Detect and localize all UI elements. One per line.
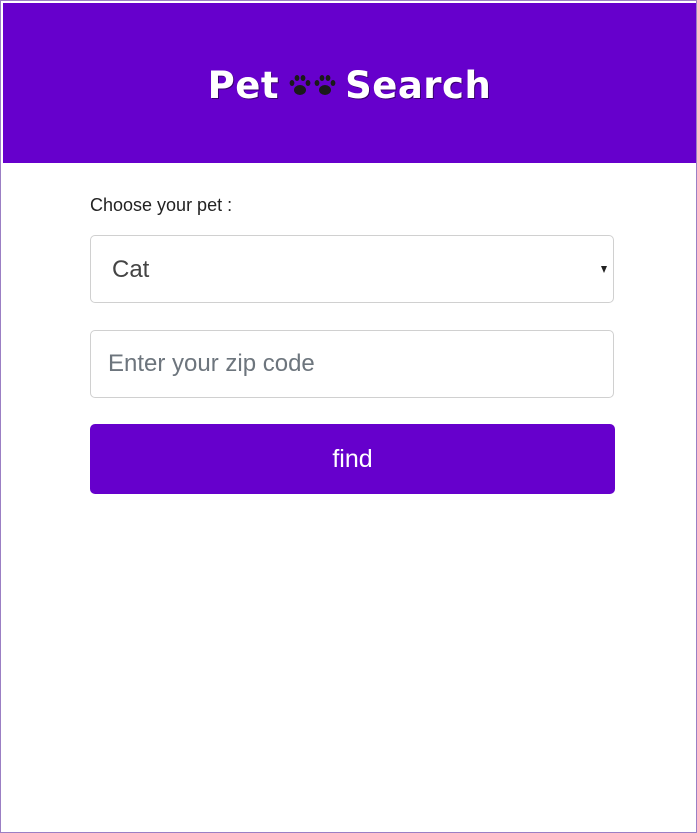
pet-select-value: Cat xyxy=(112,256,150,283)
logo-text-search: Search xyxy=(345,63,492,107)
logo: Pet Search xyxy=(3,61,696,109)
pet-select-label: Choose your pet : xyxy=(90,195,233,215)
find-button[interactable]: find xyxy=(90,424,615,494)
paw-prints-icon xyxy=(287,71,339,99)
app-frame: Pet Search Choose your pet: Cat Enter y… xyxy=(0,0,697,833)
zip-code-input[interactable] xyxy=(91,331,613,397)
header-banner: Pet Search xyxy=(3,3,696,163)
zip-code-field xyxy=(90,330,614,398)
logo-text-pet: Pet xyxy=(207,63,280,107)
pet-select[interactable]: Cat xyxy=(90,235,614,303)
caret-down-icon xyxy=(601,266,607,273)
